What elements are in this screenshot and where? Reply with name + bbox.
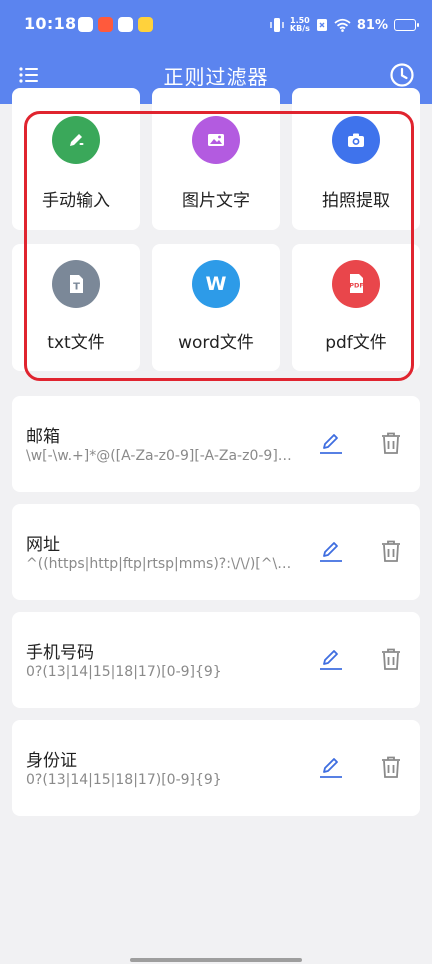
pencil-icon [52, 116, 100, 164]
source-word-file[interactable]: W word文件 [152, 244, 280, 371]
word-icon: W [192, 260, 240, 308]
filter-card-email[interactable]: 邮箱 \w[-\w.+]*@([A-Za-z0-9][-A-Za-z0-9]+\… [12, 396, 420, 492]
page-title: 正则过滤器 [163, 65, 269, 89]
camera-icon [332, 116, 380, 164]
delete-icon[interactable] [378, 646, 404, 672]
source-pdf-file[interactable]: PDF pdf文件 [292, 244, 420, 371]
status-icons: 1.50 KB/s 81% [270, 14, 419, 36]
status-time: 10:18 [24, 14, 77, 33]
net-speed: 1.50 KB/s [289, 16, 310, 33]
image-icon [192, 116, 240, 164]
notification-icon [138, 17, 153, 32]
edit-icon[interactable] [318, 538, 344, 564]
source-label: pdf文件 [325, 333, 387, 353]
filter-card-url[interactable]: 网址 ^((https|http|ftp|rtsp|mms)?:\/\/)[^\… [12, 504, 420, 600]
source-label: txt文件 [47, 333, 105, 353]
svg-text:PDF: PDF [349, 282, 364, 290]
notification-icon [118, 17, 133, 32]
pdf-icon: PDF [332, 260, 380, 308]
filter-pattern: 0?(13|14|15|18|17)[0-9]{9} [26, 664, 222, 680]
delete-icon[interactable] [378, 430, 404, 456]
source-manual-input[interactable]: 手动输入 [12, 88, 140, 230]
edit-icon[interactable] [318, 754, 344, 780]
source-label: word文件 [178, 333, 254, 353]
svg-text:T: T [73, 282, 80, 293]
vibrate-icon [270, 18, 284, 32]
source-label: 手动输入 [42, 191, 110, 211]
txt-file-icon: T [52, 260, 100, 308]
source-txt-file[interactable]: T txt文件 [12, 244, 140, 371]
filter-name: 手机号码 [26, 643, 94, 663]
battery-percent: 81% [356, 17, 388, 33]
filter-card-phone[interactable]: 手机号码 0?(13|14|15|18|17)[0-9]{9} [12, 612, 420, 708]
home-indicator[interactable] [130, 958, 302, 962]
edit-icon[interactable] [318, 430, 344, 456]
sim-icon [316, 19, 327, 31]
source-label: 图片文字 [182, 191, 250, 211]
filter-name: 网址 [26, 535, 60, 555]
filter-card-id[interactable]: 身份证 0?(13|14|15|18|17)[0-9]{9} [12, 720, 420, 816]
edit-icon[interactable] [318, 646, 344, 672]
filter-pattern: 0?(13|14|15|18|17)[0-9]{9} [26, 772, 222, 788]
battery-icon [394, 19, 419, 31]
status-bar: 10:18 1.50 KB/s 81% [0, 0, 432, 52]
source-grid: 手动输入 图片文字 拍照提取 T txt文件 W word文件 PDF pdf文… [0, 88, 432, 384]
notification-icon [78, 17, 93, 32]
source-camera[interactable]: 拍照提取 [292, 88, 420, 230]
filter-name: 邮箱 [26, 427, 60, 447]
filter-name: 身份证 [26, 751, 77, 771]
clock-icon[interactable] [388, 61, 416, 89]
delete-icon[interactable] [378, 538, 404, 564]
wifi-icon [334, 18, 351, 32]
delete-icon[interactable] [378, 754, 404, 780]
source-label: 拍照提取 [322, 191, 390, 211]
filter-pattern: ^((https|http|ftp|rtsp|mms)?:\/\/)[^\s]+ [26, 556, 298, 572]
source-image-text[interactable]: 图片文字 [152, 88, 280, 230]
filter-pattern: \w[-\w.+]*@([A-Za-z0-9][-A-Za-z0-9]+\.)+… [26, 448, 298, 464]
notification-icon [98, 17, 113, 32]
